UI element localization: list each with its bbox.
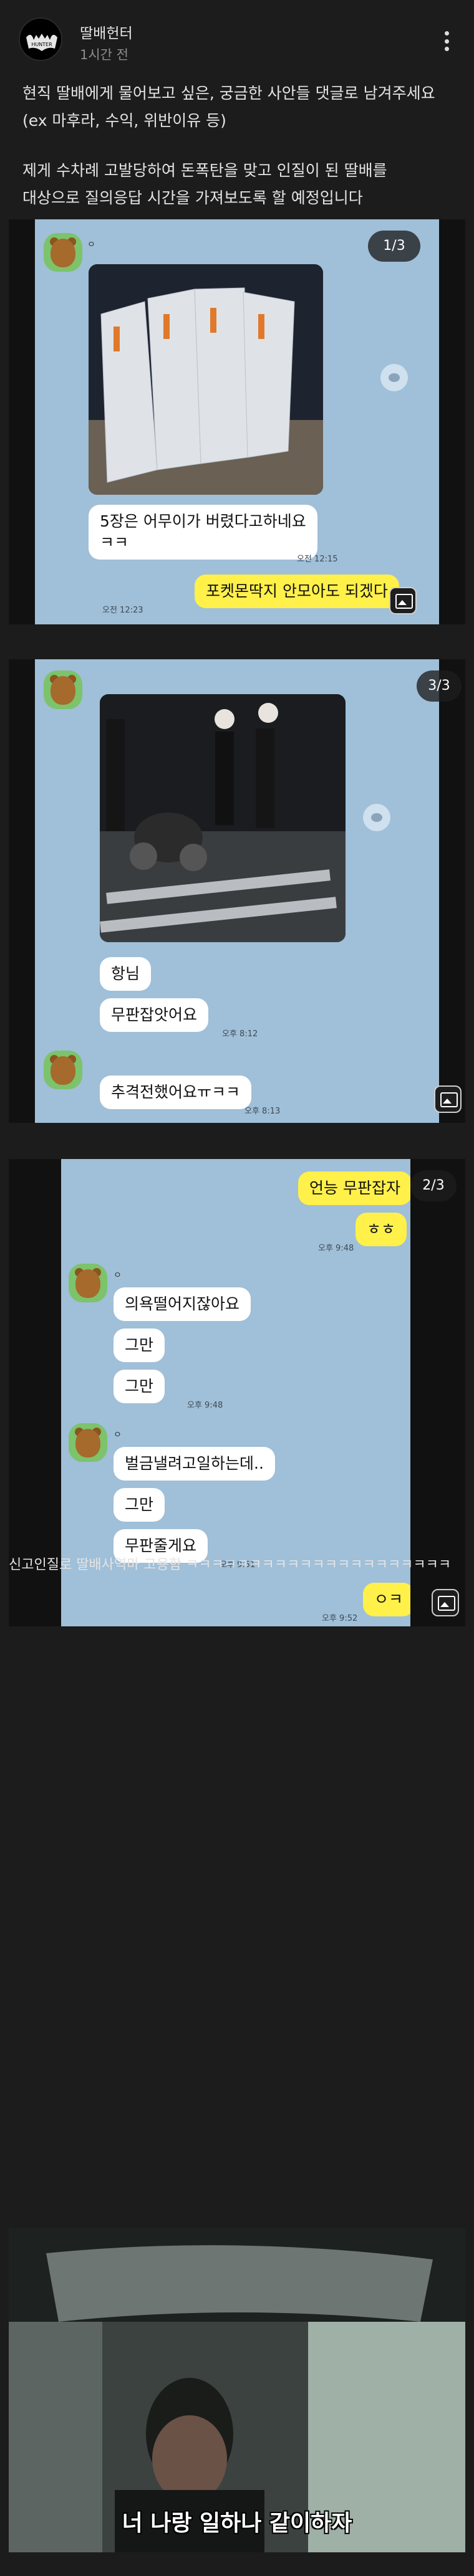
svg-text:HUNTER: HUNTER: [31, 42, 52, 47]
sender-name: ㅇ: [114, 1271, 122, 1281]
chat-message: 그만: [114, 1370, 165, 1403]
intro-line: 제게 수차례 고발당하여 돈폭탄을 맞고 인질이 된 딸배를: [22, 161, 387, 179]
shared-photo-cards[interactable]: [89, 264, 323, 495]
my-chat-message: 포켓몬딱지 안모아도 되겠다: [195, 575, 399, 608]
gallery-icon[interactable]: [389, 587, 417, 614]
sender-name: ㅇ: [87, 240, 95, 250]
bear-avatar-icon: [69, 1264, 107, 1302]
video-subtitle: 너 나랑 일하나 같이하자: [122, 2511, 352, 2536]
message-line: 5장은 어무이가 버렸다고하네요: [100, 512, 306, 530]
author-avatar[interactable]: HUNTER: [19, 17, 62, 61]
chat-background: 항님 무판잡앗어요 오후 8:12 추격전했어요ㅠㅋㅋ 오후 8:13: [35, 659, 439, 1123]
bear-avatar-icon: [44, 670, 82, 709]
chat-message: 추격전했어요ㅠㅋㅋ: [100, 1076, 252, 1109]
image-counter: 1/3: [368, 231, 420, 262]
bear-avatar-icon: [44, 233, 82, 272]
post-body-text: 신고인질로 딸배사역마 고용함 ㅋㅋㅋㅋㅋㅋㅋㅋㅋㅋㅋㅋㅋㅋㅋㅋㅋㅋㅋㅋㅋ: [9, 1557, 452, 1573]
chat-background: ㅇ 5장은 어무이가 버렸다고하네요 ㅋㅋ 오전 12:15 포켓몬딱지 안모아…: [35, 219, 439, 624]
my-chat-message: ㅇㅋ: [363, 1583, 410, 1616]
image-counter: 3/3: [417, 670, 462, 702]
bear-avatar-icon: [69, 1423, 107, 1462]
batman-logo-icon: HUNTER: [20, 19, 61, 60]
chat-image-2[interactable]: 항님 무판잡앗어요 오후 8:12 추격전했어요ㅠㅋㅋ 오후 8:13 3/3: [9, 659, 465, 1123]
gallery-icon[interactable]: [434, 1085, 462, 1113]
my-chat-message: 언능 무판잡자: [298, 1171, 410, 1205]
chat-message: 5장은 어무이가 버렸다고하네요 ㅋㅋ: [89, 505, 317, 560]
shared-photo-street[interactable]: [100, 694, 346, 942]
message-time: 오전 12:15: [297, 555, 338, 564]
chat-message: 무판잡앗어요: [100, 998, 209, 1032]
message-time: 오후 8:13: [244, 1107, 281, 1116]
chat-image-1[interactable]: ㅇ 5장은 어무이가 버렸다고하네요 ㅋㅋ 오전 12:15 포켓몬딱지 안모아…: [9, 219, 465, 624]
post-time: 1시간 전: [80, 47, 128, 62]
video-still-image[interactable]: 너 나랑 일하나 같이하자: [9, 2228, 465, 2552]
intro-line: (ex 마후라, 수익, 위반이유 등): [22, 112, 226, 130]
post-header: HUNTER 딸배헌터 1시간 전: [0, 0, 474, 69]
sender-name: ㅇ: [114, 1430, 122, 1440]
message-time: 오후 8:12: [222, 1029, 258, 1039]
message-time: 오후 9:52: [322, 1614, 358, 1623]
chat-message: 벌금낼려고일하는데..: [114, 1447, 275, 1481]
message-time: 오전 12:23: [102, 606, 143, 615]
my-chat-message: ㅎㅎ: [356, 1213, 407, 1246]
message-line: ㅋㅋ: [100, 533, 129, 551]
author-name[interactable]: 딸배헌터: [80, 21, 133, 42]
intro-line: 대상으로 질의응답 시간을 가져보도록 할 예정입니다: [22, 189, 363, 207]
intro-line: 현직 딸배에게 물어보고 싶은, 궁금한 사안들 댓글로 남겨주세요: [22, 84, 435, 102]
share-icon[interactable]: [380, 364, 408, 391]
share-icon[interactable]: [363, 804, 390, 831]
chat-message: 항님: [100, 957, 152, 991]
chat-message: 그만: [114, 1488, 165, 1522]
chat-message: 의욕떨어지잖아요: [114, 1287, 251, 1321]
bear-avatar-icon: [44, 1051, 82, 1089]
gallery-icon[interactable]: [432, 1589, 459, 1616]
message-time: 오후 9:48: [187, 1401, 223, 1410]
chat-message: 그만: [114, 1329, 165, 1362]
image-counter: 2/3: [410, 1170, 457, 1201]
message-time: 오후 9:48: [318, 1244, 354, 1253]
more-options-icon[interactable]: [439, 29, 454, 54]
